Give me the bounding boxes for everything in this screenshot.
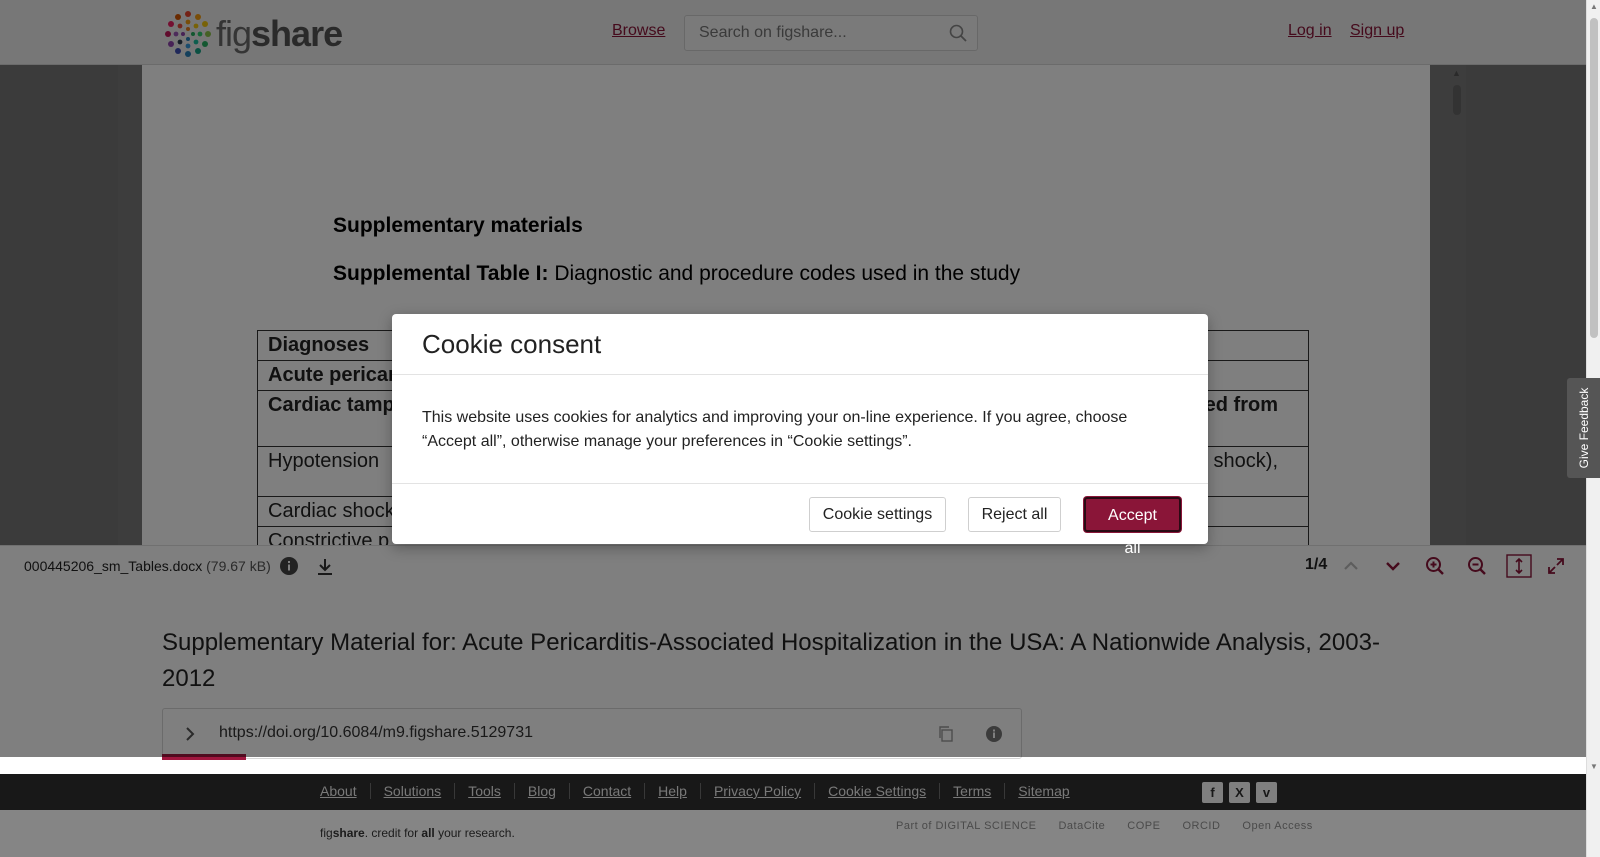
reject-all-button[interactable]: Reject all <box>968 497 1061 532</box>
give-feedback-label: Give Feedback <box>1577 387 1591 469</box>
dialog-title: Cookie consent <box>422 329 602 359</box>
accept-all-button[interactable]: Accept all <box>1084 497 1181 557</box>
page-scrollbar-thumb[interactable] <box>1590 18 1598 338</box>
dialog-header: Cookie consent <box>392 314 1208 375</box>
cookie-settings-button[interactable]: Cookie settings <box>809 497 946 532</box>
dialog-body: This website uses cookies for analytics … <box>392 375 1208 484</box>
modal-backdrop-bottom <box>0 774 1586 857</box>
give-feedback-tab[interactable]: Give Feedback <box>1567 378 1600 478</box>
cookie-consent-dialog: Cookie consent This website uses cookies… <box>392 314 1208 557</box>
page-scroll-down-icon[interactable]: ▼ <box>1590 762 1598 771</box>
page-scroll-up-icon[interactable]: ▲ <box>1590 2 1598 11</box>
dialog-footer: Cookie settings Reject all Accept all <box>392 484 1208 557</box>
modal-backdrop-middle <box>0 585 1586 757</box>
